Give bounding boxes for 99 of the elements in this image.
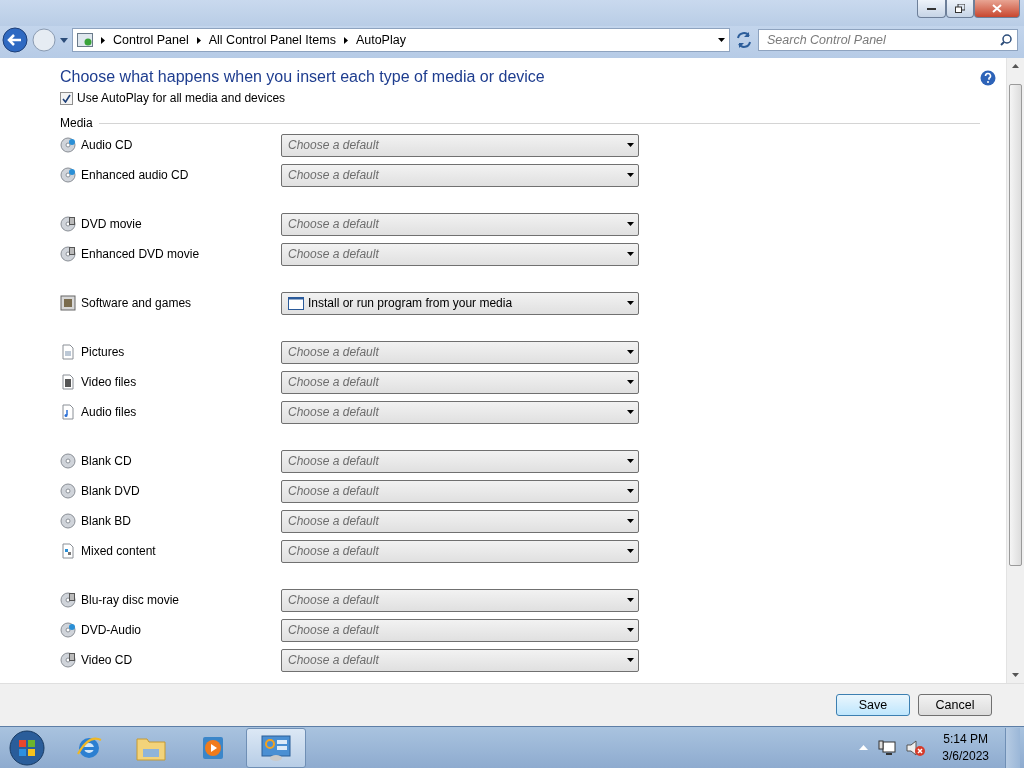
caret-icon bbox=[627, 173, 634, 177]
film-disc-icon bbox=[60, 246, 76, 262]
caret-icon bbox=[718, 38, 725, 42]
music-disc-icon bbox=[60, 137, 76, 153]
media-type-label: Video files bbox=[81, 375, 138, 389]
chevron-icon bbox=[101, 36, 105, 44]
caret-icon bbox=[627, 301, 634, 305]
disc-icon bbox=[60, 483, 76, 499]
search-field[interactable]: Search Control Panel bbox=[758, 29, 1018, 51]
media-type-label: Blank BD bbox=[81, 514, 133, 528]
close-button[interactable] bbox=[974, 0, 1020, 18]
breadcrumb-link[interactable]: Control Panel bbox=[113, 33, 189, 47]
muted-speaker-icon[interactable] bbox=[906, 738, 927, 757]
address-bar[interactable]: Control Panel All Control Panel Items AutoPlay bbox=[72, 28, 730, 52]
clock-date: 3/6/2023 bbox=[942, 749, 989, 763]
close-icon bbox=[992, 4, 1002, 13]
media-type-label: Pictures bbox=[81, 345, 126, 359]
media-type-label: Mixed content bbox=[81, 544, 157, 558]
action-dropdown[interactable]: Choose a default bbox=[281, 370, 639, 394]
disc-icon bbox=[60, 513, 76, 529]
control-panel-icon bbox=[261, 733, 291, 762]
help-icon[interactable] bbox=[980, 70, 996, 86]
breadcrumb-link[interactable]: All Control Panel Items bbox=[208, 33, 336, 47]
taskbar-button[interactable] bbox=[246, 727, 306, 768]
network-icon[interactable] bbox=[878, 739, 897, 756]
media-type-label: Audio CD bbox=[81, 138, 134, 152]
media-type-label: Video CD bbox=[81, 653, 134, 667]
media-type-label: Blank CD bbox=[81, 454, 133, 468]
media-player-icon bbox=[200, 734, 226, 761]
action-dropdown[interactable]: Choose a default bbox=[281, 618, 639, 642]
caret-icon bbox=[627, 489, 634, 493]
media-type-label: Blank DVD bbox=[81, 484, 141, 498]
software-icon bbox=[60, 295, 76, 311]
media-type-label: DVD-Audio bbox=[81, 623, 143, 637]
action-dropdown[interactable]: Install or run program from your media bbox=[281, 291, 639, 315]
action-dropdown[interactable]: Choose a default bbox=[281, 479, 639, 503]
chevron-icon bbox=[196, 36, 201, 44]
picture-file-icon bbox=[60, 344, 76, 360]
minimize-icon bbox=[927, 7, 936, 10]
back-button[interactable] bbox=[2, 27, 28, 53]
media-type-label: Software and games bbox=[81, 296, 193, 310]
caret-icon bbox=[627, 519, 634, 523]
caret-icon bbox=[627, 628, 634, 632]
restore-button[interactable] bbox=[946, 0, 974, 18]
video-file-icon bbox=[60, 374, 76, 390]
scrollbar[interactable] bbox=[1006, 58, 1024, 683]
mixed-files-icon bbox=[60, 543, 76, 559]
window-icon bbox=[288, 296, 304, 310]
action-dropdown[interactable]: Choose a default bbox=[281, 588, 639, 612]
page-heading: Choose what happens when you insert each type of media or device bbox=[60, 68, 546, 86]
audio-file-icon bbox=[60, 404, 76, 420]
caret-icon bbox=[627, 658, 634, 662]
action-dropdown[interactable]: Choose a default bbox=[281, 133, 639, 157]
chevron-icon bbox=[343, 36, 348, 44]
control-panel-icon bbox=[77, 33, 93, 47]
minimize-button[interactable] bbox=[917, 0, 946, 18]
section-title: Media bbox=[60, 116, 93, 130]
media-type-label: Blu-ray disc movie bbox=[81, 593, 181, 607]
media-type-label: Audio files bbox=[81, 405, 138, 419]
music-disc-icon bbox=[60, 622, 76, 638]
disc-icon bbox=[60, 453, 76, 469]
start-button[interactable] bbox=[8, 728, 46, 767]
caret-icon bbox=[627, 252, 634, 256]
refresh-button[interactable] bbox=[734, 30, 754, 50]
action-dropdown[interactable]: Choose a default bbox=[281, 539, 639, 563]
breadcrumb-link[interactable]: AutoPlay bbox=[355, 33, 406, 47]
restore-icon bbox=[955, 4, 965, 13]
action-dropdown[interactable]: Choose a default bbox=[281, 449, 639, 473]
action-dropdown[interactable]: Choose a default bbox=[281, 509, 639, 533]
save-button[interactable]: Save bbox=[836, 694, 910, 716]
action-dropdown[interactable]: Choose a default bbox=[281, 648, 639, 672]
action-dropdown[interactable]: Choose a default bbox=[281, 340, 639, 364]
caret-icon bbox=[627, 459, 634, 463]
cancel-button[interactable]: Cancel bbox=[918, 694, 992, 716]
media-type-label: Enhanced DVD movie bbox=[81, 247, 201, 261]
film-disc-icon bbox=[60, 652, 76, 668]
caret-icon bbox=[627, 598, 634, 602]
checkbox-label[interactable]: Use AutoPlay for all media and devices bbox=[77, 91, 286, 105]
action-dropdown[interactable]: Choose a default bbox=[281, 212, 639, 236]
music-disc-icon bbox=[60, 167, 76, 183]
action-dropdown[interactable]: Choose a default bbox=[281, 400, 639, 424]
search-icon bbox=[1000, 34, 1012, 46]
caret-icon bbox=[627, 222, 634, 226]
caret-icon bbox=[627, 350, 634, 354]
media-type-label: Enhanced audio CD bbox=[81, 168, 190, 182]
film-disc-icon bbox=[60, 216, 76, 232]
caret-icon bbox=[627, 380, 634, 384]
film-disc-icon bbox=[60, 592, 76, 608]
media-type-label: DVD movie bbox=[81, 217, 143, 231]
clock-time: 5:14 PM bbox=[943, 732, 988, 746]
action-dropdown[interactable]: Choose a default bbox=[281, 242, 639, 266]
action-dropdown[interactable]: Choose a default bbox=[281, 163, 639, 187]
caret-icon bbox=[627, 410, 634, 414]
caret-icon bbox=[627, 549, 634, 553]
checkbox[interactable] bbox=[60, 91, 73, 105]
caret-icon bbox=[627, 143, 634, 147]
history-caret-icon[interactable] bbox=[60, 37, 68, 43]
scroll-down-icon[interactable] bbox=[1012, 673, 1019, 677]
scroll-up-icon[interactable] bbox=[1012, 64, 1019, 68]
